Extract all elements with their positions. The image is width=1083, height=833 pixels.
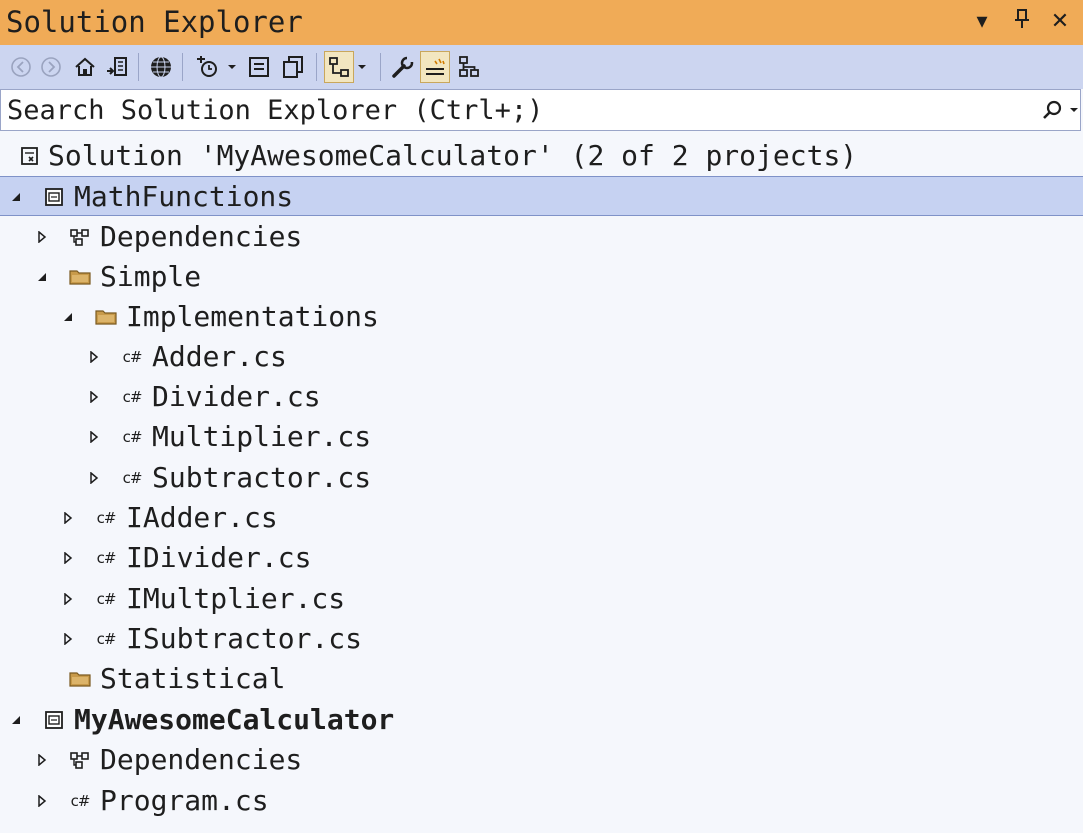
- file-label: Program.cs: [100, 784, 269, 817]
- class-view-icon[interactable]: [454, 51, 484, 83]
- expand-arrow-icon[interactable]: [84, 425, 104, 449]
- file-label: IMultplier.cs: [126, 582, 346, 615]
- folder-label: Simple: [100, 260, 202, 293]
- search-icon[interactable]: [1037, 94, 1067, 126]
- tree-node-project-mathfunctions[interactable]: MathFunctions: [0, 176, 1083, 216]
- file-label: Multiplier.cs: [152, 420, 372, 453]
- solution-explorer-window: Solution Explorer ▾ ✕ Search Solution Ex…: [0, 0, 1083, 833]
- csharp-project-icon: [42, 184, 66, 210]
- search-input[interactable]: [1, 90, 1031, 130]
- expand-arrow-icon[interactable]: [58, 627, 78, 651]
- search-box: [0, 89, 1081, 131]
- tree-node-file[interactable]: c# IDivider.cs: [0, 538, 1083, 578]
- file-label: Subtractor.cs: [152, 461, 372, 494]
- tree-node-folder-statistical[interactable]: Statistical: [0, 659, 1083, 699]
- csharp-file-icon: c#: [70, 792, 91, 810]
- file-label: Divider.cs: [152, 380, 321, 413]
- file-label: ISubtractor.cs: [126, 622, 363, 655]
- tree-node-file[interactable]: c# Program.cs: [0, 781, 1083, 821]
- file-label: IAdder.cs: [126, 501, 278, 534]
- pin-icon[interactable]: [1008, 8, 1036, 36]
- expand-arrow-icon[interactable]: [32, 225, 52, 249]
- pending-changes-dropdown-icon[interactable]: [226, 51, 238, 83]
- expand-arrow-icon[interactable]: [84, 466, 104, 490]
- sync-dropdown-icon[interactable]: [356, 51, 368, 83]
- expand-arrow-icon[interactable]: [32, 748, 52, 772]
- expand-arrow-icon[interactable]: [84, 385, 104, 409]
- home-icon[interactable]: [70, 51, 100, 83]
- dependencies-label: Dependencies: [100, 220, 303, 253]
- csharp-project-icon: [42, 707, 66, 733]
- tree-node-file[interactable]: c# Adder.cs: [0, 337, 1083, 377]
- toolbar: [0, 45, 1083, 89]
- tree-node-dependencies[interactable]: Dependencies: [0, 740, 1083, 780]
- forward-icon[interactable]: [36, 51, 66, 83]
- tree-node-file[interactable]: c# Multiplier.cs: [0, 417, 1083, 457]
- project-label: MyAwesomeCalculator: [74, 703, 395, 736]
- folder-icon: [94, 304, 118, 330]
- collapse-arrow-icon[interactable]: [6, 185, 26, 209]
- file-label: Adder.cs: [152, 340, 287, 373]
- show-all-files-icon[interactable]: [278, 51, 308, 83]
- tree-node-solution[interactable]: Solution 'MyAwesomeCalculator' (2 of 2 p…: [0, 136, 1083, 176]
- tree-node-file[interactable]: c# ISubtractor.cs: [0, 619, 1083, 659]
- dependencies-icon: [68, 747, 92, 773]
- solution-icon: [18, 143, 42, 169]
- expand-arrow-icon[interactable]: [58, 506, 78, 530]
- file-label: IDivider.cs: [126, 541, 312, 574]
- collapse-arrow-icon[interactable]: [32, 265, 52, 289]
- switch-views-icon[interactable]: [102, 51, 132, 83]
- window-title: Solution Explorer: [6, 5, 303, 39]
- expand-arrow-icon[interactable]: [32, 789, 52, 813]
- tree-node-folder-implementations[interactable]: Implementations: [0, 297, 1083, 337]
- tree-node-folder-simple[interactable]: Simple: [0, 257, 1083, 297]
- tree-node-dependencies[interactable]: Dependencies: [0, 217, 1083, 257]
- csharp-file-icon: c#: [122, 348, 143, 366]
- web-icon[interactable]: [146, 51, 176, 83]
- toolbar-separator: [182, 53, 183, 81]
- tree-node-file[interactable]: c# IMultplier.cs: [0, 579, 1083, 619]
- csharp-file-icon: c#: [122, 469, 143, 487]
- csharp-file-icon: c#: [96, 549, 117, 567]
- toolbar-separator: [138, 53, 139, 81]
- dependencies-icon: [68, 224, 92, 250]
- toolbar-separator: [316, 53, 317, 81]
- folder-icon: [68, 666, 92, 692]
- close-icon[interactable]: ✕: [1046, 8, 1074, 36]
- csharp-file-icon: c#: [96, 509, 117, 527]
- project-label: MathFunctions: [74, 180, 294, 213]
- collapse-all-icon[interactable]: [244, 51, 274, 83]
- tree-node-file[interactable]: c# IAdder.cs: [0, 498, 1083, 538]
- csharp-file-icon: c#: [122, 388, 143, 406]
- csharp-file-icon: c#: [96, 590, 117, 608]
- title-bar: Solution Explorer ▾ ✕: [0, 0, 1083, 45]
- expand-arrow-icon[interactable]: [84, 345, 104, 369]
- folder-icon: [68, 264, 92, 290]
- window-position-dropdown-icon[interactable]: ▾: [968, 8, 996, 36]
- properties-icon[interactable]: [388, 51, 418, 83]
- csharp-file-icon: c#: [96, 630, 117, 648]
- collapse-arrow-icon[interactable]: [58, 305, 78, 329]
- csharp-file-icon: c#: [122, 428, 143, 446]
- solution-label: Solution 'MyAwesomeCalculator' (2 of 2 p…: [48, 139, 858, 172]
- tree-node-project-myawesomecalculator[interactable]: MyAwesomeCalculator: [0, 700, 1083, 740]
- collapse-arrow-icon[interactable]: [6, 708, 26, 732]
- expand-arrow-icon[interactable]: [58, 587, 78, 611]
- toolbar-separator: [380, 53, 381, 81]
- dependencies-label: Dependencies: [100, 743, 303, 776]
- back-icon[interactable]: [6, 51, 36, 83]
- pending-changes-filter-icon[interactable]: [192, 51, 222, 83]
- preview-selected-items-icon[interactable]: [420, 51, 450, 83]
- tree-node-file[interactable]: c# Subtractor.cs: [0, 458, 1083, 498]
- expand-arrow-icon[interactable]: [58, 546, 78, 570]
- folder-label: Implementations: [126, 300, 379, 333]
- search-options-dropdown-icon[interactable]: [1067, 94, 1081, 126]
- sync-with-active-document-icon[interactable]: [324, 51, 354, 83]
- tree-node-file[interactable]: c# Divider.cs: [0, 377, 1083, 417]
- folder-label: Statistical: [100, 662, 286, 695]
